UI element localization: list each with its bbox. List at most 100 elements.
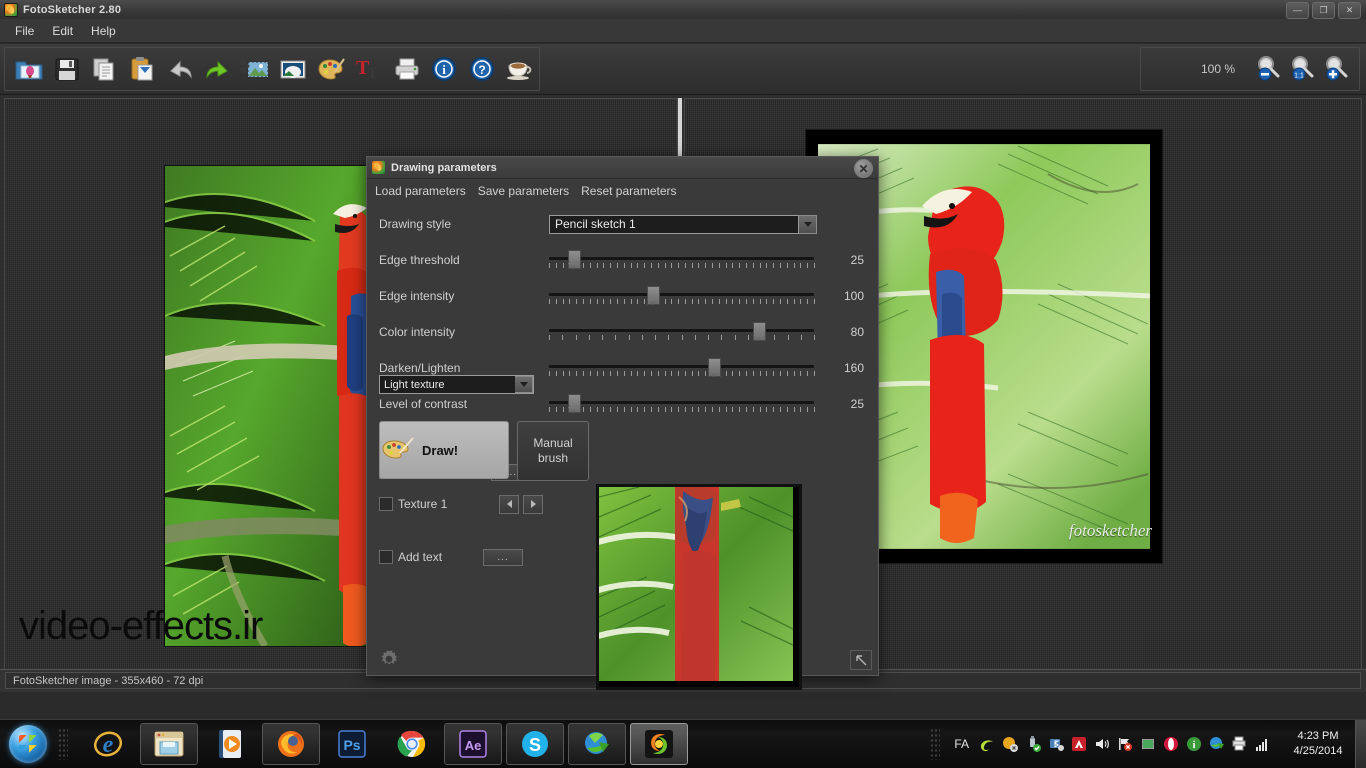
internet-explorer-icon[interactable]: e: [80, 724, 136, 764]
signal-icon[interactable]: [1255, 736, 1271, 752]
adobe-icon[interactable]: [1071, 736, 1087, 752]
toolbar-button-group: T T i ?: [4, 47, 540, 91]
taskbar: e Ps Ae S FA i 4:23 PM 4/25/2014: [0, 719, 1366, 768]
antivirus-icon[interactable]: [1002, 736, 1018, 752]
texture-select[interactable]: Light texture: [379, 375, 534, 394]
text-icon[interactable]: T T: [350, 50, 388, 88]
start-orb-icon[interactable]: [2, 722, 54, 766]
print-icon[interactable]: [388, 50, 426, 88]
windows-explorer-icon[interactable]: [140, 723, 198, 765]
dialog-menu-bar: Load parameters Save parameters Reset pa…: [367, 179, 878, 203]
save-parameters-menu[interactable]: Save parameters: [478, 184, 569, 198]
texture-next-button[interactable]: [523, 494, 544, 514]
darken-lighten-slider[interactable]: [549, 357, 815, 379]
chevron-down-icon[interactable]: [799, 214, 817, 234]
open-icon[interactable]: [10, 50, 48, 88]
edge-intensity-label: Edge intensity: [379, 289, 455, 303]
color-intensity-row: Color intensity 80: [379, 321, 866, 343]
tray-divider: [930, 728, 941, 760]
menu-help[interactable]: Help: [82, 21, 125, 41]
taskbar-divider: [58, 728, 68, 760]
slider-thumb[interactable]: [647, 286, 661, 305]
idm-tray-icon[interactable]: [1209, 736, 1225, 752]
edge-intensity-slider[interactable]: [549, 285, 815, 307]
texture-prev-button[interactable]: [499, 494, 520, 514]
minimize-button[interactable]: —: [1286, 2, 1309, 19]
color-intensity-slider[interactable]: [549, 321, 815, 343]
resize-image-icon[interactable]: [274, 50, 312, 88]
draw-button[interactable]: Draw!: [379, 421, 509, 479]
crop-icon[interactable]: [237, 50, 275, 88]
window-title-bar: FotoSketcher 2.80 — ❐ ✕: [0, 0, 1366, 20]
info-icon[interactable]: i: [426, 50, 464, 88]
close-button[interactable]: ✕: [1338, 2, 1361, 19]
save-icon[interactable]: [48, 50, 86, 88]
add-text-label: Add text: [398, 550, 443, 564]
redo-icon[interactable]: [199, 50, 237, 88]
media-player-icon[interactable]: [202, 724, 258, 764]
info-icon[interactable]: i: [1186, 736, 1202, 752]
volume-icon[interactable]: [1094, 736, 1110, 752]
load-parameters-menu[interactable]: Load parameters: [375, 184, 466, 198]
manual-brush-button[interactable]: Manual brush: [517, 421, 589, 481]
copy-icon[interactable]: [86, 50, 124, 88]
undo-icon[interactable]: [161, 50, 199, 88]
svg-text:i: i: [443, 62, 447, 77]
clock[interactable]: 4:23 PM 4/25/2014: [1281, 729, 1355, 759]
drawing-style-select[interactable]: Pencil sketch 1: [549, 214, 799, 234]
idm-icon[interactable]: [568, 723, 626, 765]
network-flag-icon[interactable]: [1117, 736, 1133, 752]
restore-button[interactable]: ❐: [1312, 2, 1335, 19]
help-icon[interactable]: ?: [463, 50, 501, 88]
edge-threshold-slider[interactable]: [549, 249, 815, 271]
system-tray: FA i 4:23 PM 4/25/2014: [930, 720, 1366, 768]
fotosketcher-icon[interactable]: [630, 723, 688, 765]
texture-select-value: Light texture: [384, 378, 445, 391]
slider-track: [549, 401, 814, 404]
zoom-out-icon[interactable]: [1251, 51, 1285, 87]
after-effects-icon[interactable]: Ae: [444, 723, 502, 765]
skype-icon[interactable]: S: [506, 723, 564, 765]
paste-icon[interactable]: [123, 50, 161, 88]
zoom-in-icon[interactable]: [1319, 51, 1353, 87]
svg-text:Ps: Ps: [343, 737, 360, 753]
gear-icon[interactable]: [379, 649, 399, 669]
coffee-icon[interactable]: [501, 50, 539, 88]
bluetooth-icon[interactable]: [1048, 736, 1064, 752]
slider-thumb[interactable]: [567, 394, 581, 413]
language-indicator[interactable]: FA: [954, 737, 969, 751]
preview-thumbnail[interactable]: [596, 484, 802, 690]
slider-thumb[interactable]: [708, 358, 722, 377]
show-desktop-button[interactable]: [1355, 720, 1366, 768]
fotosketcher-icon: [372, 161, 385, 174]
usb-safely-remove-icon[interactable]: [1025, 736, 1041, 752]
palette-icon: [382, 437, 414, 459]
palette-icon[interactable]: [312, 50, 350, 88]
clock-time: 4:23 PM: [1297, 730, 1339, 742]
reset-parameters-menu[interactable]: Reset parameters: [581, 184, 676, 198]
menu-edit[interactable]: Edit: [43, 21, 82, 41]
source-image: [164, 165, 371, 647]
darken-lighten-value: 160: [843, 361, 864, 375]
chrome-icon[interactable]: [384, 724, 440, 764]
printer-icon[interactable]: [1232, 736, 1248, 752]
menu-file[interactable]: File: [6, 21, 43, 41]
zoom-actual-icon[interactable]: 1:1: [1285, 51, 1319, 87]
firefox-icon[interactable]: [262, 723, 320, 765]
drawing-style-row: Drawing style Pencil sketch 1: [379, 213, 866, 235]
slider-thumb[interactable]: [567, 250, 581, 269]
text-options-button[interactable]: ...: [483, 548, 524, 566]
nvidia-icon[interactable]: [979, 736, 995, 752]
photoshop-icon[interactable]: Ps: [324, 724, 380, 764]
dialog-close-button[interactable]: ✕: [854, 159, 873, 178]
resize-grip[interactable]: [850, 650, 872, 670]
slider-thumb[interactable]: [753, 322, 767, 341]
opera-icon[interactable]: [1163, 736, 1179, 752]
svg-text:T: T: [368, 66, 377, 82]
level-of-contrast-row: Level of contrast 25: [379, 393, 866, 415]
display-icon[interactable]: [1140, 736, 1156, 752]
texture-checkbox[interactable]: [379, 497, 393, 511]
add-text-checkbox[interactable]: [379, 550, 393, 564]
level-of-contrast-slider[interactable]: [549, 393, 815, 415]
chevron-down-icon[interactable]: [515, 376, 533, 393]
